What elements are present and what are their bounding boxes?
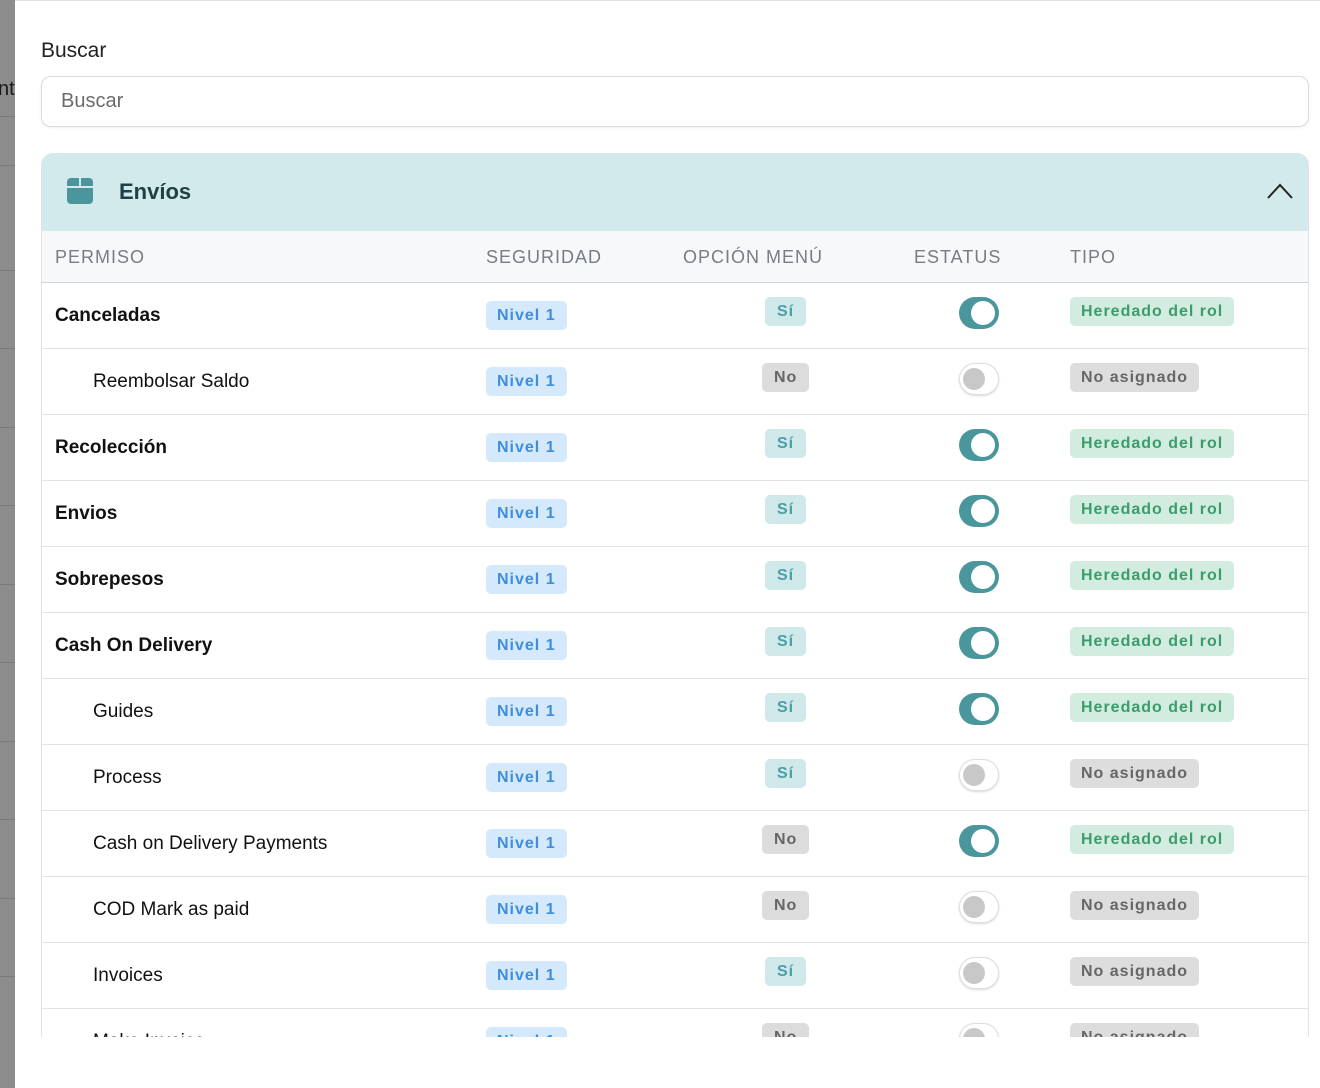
status-toggle[interactable]	[959, 759, 999, 791]
security-level-badge: Nivel 1	[486, 367, 567, 396]
table-row: Guides Nivel 1 Sí Heredado del rol	[42, 679, 1308, 745]
permissions-table-body: Canceladas Nivel 1 Sí Heredado del rol Reemb…	[42, 283, 1308, 1037]
table-row: Canceladas Nivel 1 Sí Heredado del rol	[42, 283, 1308, 349]
permissions-drawer: Buscar Envíos PERMISO SEGURIDAD OPCIÓN M…	[15, 0, 1320, 1088]
menu-option-badge: Sí	[765, 429, 807, 458]
security-level-badge: Nivel 1	[486, 763, 567, 792]
menu-option-badge: Sí	[765, 759, 807, 788]
column-header-seguridad: SEGURIDAD	[486, 247, 603, 267]
security-level-badge: Nivel 1	[486, 499, 567, 528]
column-header-permiso: PERMISO	[55, 247, 146, 267]
status-toggle[interactable]	[959, 825, 999, 857]
table-row: Sobrepesos Nivel 1 Sí Heredado del rol	[42, 547, 1308, 613]
column-header-tipo: TIPO	[1070, 247, 1117, 267]
permission-name: Guides	[93, 701, 154, 722]
type-badge: Heredado del rol	[1070, 561, 1235, 590]
security-level-badge: Nivel 1	[486, 829, 567, 858]
type-badge: Heredado del rol	[1070, 297, 1235, 326]
security-level-badge: Nivel 1	[486, 697, 567, 726]
status-toggle[interactable]	[959, 297, 999, 329]
table-row: Make Invoice Nivel 1 No No asignado	[42, 1009, 1308, 1037]
menu-option-badge: No	[762, 825, 810, 854]
status-toggle[interactable]	[959, 891, 999, 923]
security-level-badge: Nivel 1	[486, 301, 567, 330]
column-header-opcion-menu: OPCIÓN MENÚ	[683, 247, 824, 267]
search-label: Buscar	[41, 39, 107, 62]
security-level-badge: Nivel 1	[486, 961, 567, 990]
status-toggle[interactable]	[959, 957, 999, 989]
security-level-badge: Nivel 1	[486, 895, 567, 924]
permission-name: COD Mark as paid	[93, 899, 250, 920]
status-toggle[interactable]	[959, 627, 999, 659]
type-badge: Heredado del rol	[1070, 495, 1235, 524]
type-badge: Heredado del rol	[1070, 825, 1235, 854]
search-input[interactable]	[41, 76, 1309, 127]
background-page: nt	[0, 0, 15, 1088]
column-header-estatus: ESTATUS	[914, 247, 1002, 267]
permission-name: Recolección	[55, 437, 167, 458]
section-header[interactable]: Envíos	[42, 153, 1308, 231]
permission-name: Cash on Delivery Payments	[93, 833, 328, 854]
status-toggle[interactable]	[959, 693, 999, 725]
menu-option-badge: Sí	[765, 297, 807, 326]
status-toggle[interactable]	[959, 363, 999, 395]
section-title: Envíos	[119, 179, 192, 204]
table-header: PERMISO SEGURIDAD OPCIÓN MENÚ ESTATUS TI…	[42, 231, 1308, 283]
status-toggle[interactable]	[959, 561, 999, 593]
permission-name: Cash On Delivery	[55, 635, 213, 656]
menu-option-badge: Sí	[765, 627, 807, 656]
security-level-badge: Nivel 1	[486, 631, 567, 660]
type-badge: Heredado del rol	[1070, 693, 1235, 722]
type-badge: Heredado del rol	[1070, 429, 1235, 458]
status-toggle[interactable]	[959, 1023, 999, 1037]
menu-option-badge: Sí	[765, 957, 807, 986]
type-badge: No asignado	[1070, 759, 1200, 788]
security-level-badge: Nivel 1	[486, 565, 567, 594]
permission-name: Canceladas	[55, 305, 161, 326]
type-badge: No asignado	[1070, 1023, 1200, 1037]
table-row: Envios Nivel 1 Sí Heredado del rol	[42, 481, 1308, 547]
table-row: Recolección Nivel 1 Sí Heredado del rol	[42, 415, 1308, 481]
type-badge: No asignado	[1070, 363, 1200, 392]
permission-name: Sobrepesos	[55, 569, 164, 590]
permission-name: Make Invoice	[93, 1031, 205, 1037]
table-row: COD Mark as paid Nivel 1 No No asignado	[42, 877, 1308, 943]
background-partial-text: nt	[0, 78, 15, 100]
type-badge: No asignado	[1070, 957, 1200, 986]
chevron-up-icon[interactable]	[1266, 181, 1294, 201]
permission-name: Process	[93, 767, 162, 788]
table-row: Cash on Delivery Payments Nivel 1 No Hereda…	[42, 811, 1308, 877]
security-level-badge: Nivel 1	[486, 1027, 567, 1037]
menu-option-badge: Sí	[765, 693, 807, 722]
status-toggle[interactable]	[959, 495, 999, 527]
table-row: Reembolsar Saldo Nivel 1 No No asignado	[42, 349, 1308, 415]
permission-name: Envios	[55, 503, 118, 524]
type-badge: No asignado	[1070, 891, 1200, 920]
permissions-section: Envíos PERMISO SEGURIDAD OPCIÓN MENÚ EST…	[41, 153, 1309, 1037]
table-row: Process Nivel 1 Sí No asignado	[42, 745, 1308, 811]
security-level-badge: Nivel 1	[486, 433, 567, 462]
box-icon	[67, 178, 93, 204]
menu-option-badge: No	[762, 363, 810, 392]
status-toggle[interactable]	[959, 429, 999, 461]
table-row: Cash On Delivery Nivel 1 Sí Heredado del ro…	[42, 613, 1308, 679]
menu-option-badge: Sí	[765, 561, 807, 590]
permission-name: Invoices	[93, 965, 163, 986]
menu-option-badge: No	[762, 891, 810, 920]
menu-option-badge: Sí	[765, 495, 807, 524]
table-row: Invoices Nivel 1 Sí No asignado	[42, 943, 1308, 1009]
permission-name: Reembolsar Saldo	[93, 371, 250, 392]
menu-option-badge: No	[762, 1023, 810, 1037]
type-badge: Heredado del rol	[1070, 627, 1235, 656]
